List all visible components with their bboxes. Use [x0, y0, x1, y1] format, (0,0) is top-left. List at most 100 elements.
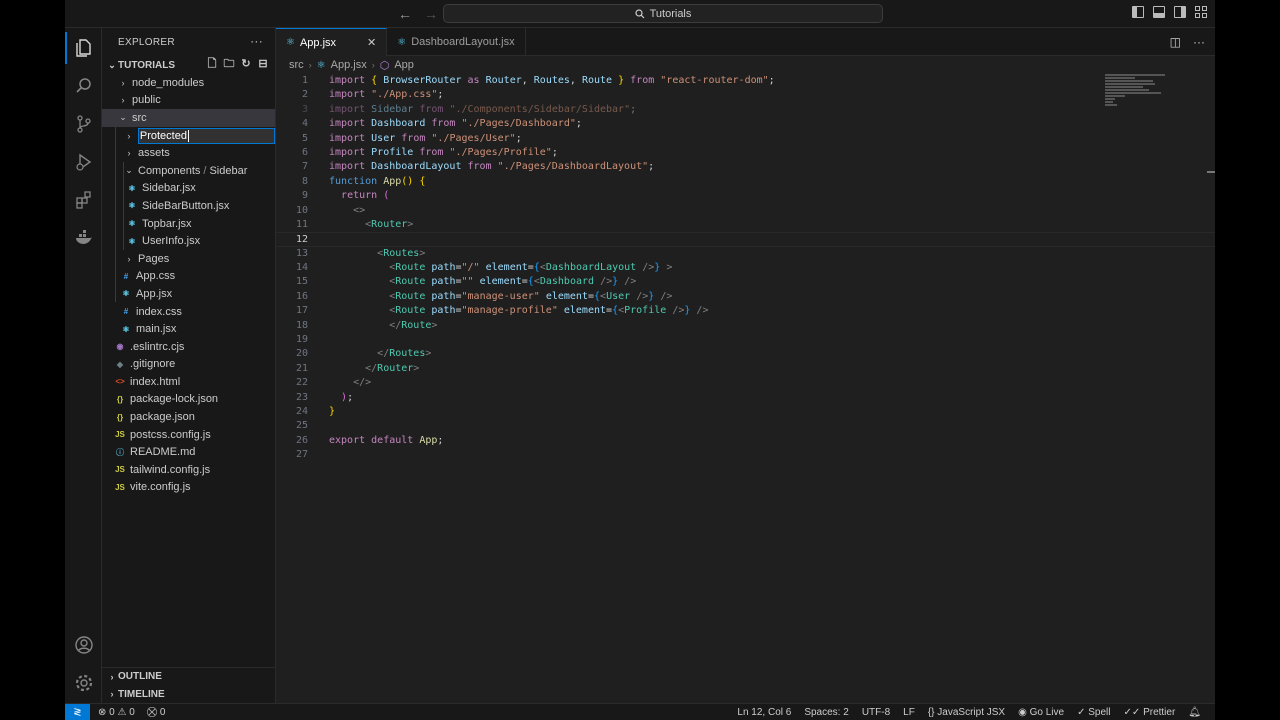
new-file-icon[interactable]: 🗋	[206, 58, 218, 70]
tree-item-vite[interactable]: JS vite.config.js	[102, 479, 275, 497]
tree-item-sidebarbutton-jsx[interactable]: ⚛ SideBarButton.jsx	[102, 197, 275, 215]
code-line: 22 </>	[295, 377, 372, 389]
more-actions-icon[interactable]: ···	[1193, 35, 1205, 49]
react-file-icon: ⚛	[128, 236, 136, 246]
code-line: 26 export default App;	[295, 434, 444, 446]
layout-controls	[1132, 6, 1207, 18]
info-file-icon: ⓘ	[116, 447, 124, 457]
code-line: 13 <Routes>	[295, 247, 426, 259]
forward-arrow-icon[interactable]: →	[423, 6, 439, 22]
cursor-position[interactable]: Ln 12, Col 6	[737, 707, 791, 718]
tree-item-rename[interactable]: › Protected	[102, 127, 275, 145]
code-line: 10 <>	[295, 204, 366, 216]
project-section-header[interactable]: ⌄ TUTORIALS 🗋 🗀 ↻ ⊟	[102, 56, 275, 74]
breadcrumb-file[interactable]: App.jsx	[331, 59, 367, 71]
react-file-icon: ⚛	[286, 37, 295, 48]
toggle-primary-sidebar-icon[interactable]	[1132, 6, 1144, 18]
scrollbar-marker[interactable]	[1207, 171, 1215, 173]
code-line: 16 <Route path="manage-user" element={<U…	[295, 290, 673, 302]
tree-item-sidebar-jsx[interactable]: ⚛ Sidebar.jsx	[102, 180, 275, 198]
tab-dashboardlayout-jsx[interactable]: ⚛ DashboardLayout.jsx	[387, 28, 526, 56]
manage-gear-icon[interactable]	[65, 665, 102, 701]
rename-input[interactable]: Protected	[137, 127, 275, 144]
tree-item-topbar-jsx[interactable]: ⚛ Topbar.jsx	[102, 215, 275, 233]
extensions-icon[interactable]	[65, 182, 102, 218]
chevron-right-icon: ›	[308, 60, 312, 70]
new-folder-icon[interactable]: 🗀	[223, 58, 235, 70]
account-icon[interactable]	[65, 627, 102, 663]
refresh-icon[interactable]: ↻	[240, 58, 252, 70]
tree-item-pages[interactable]: › Pages	[102, 250, 275, 268]
outline-section-header[interactable]: › OUTLINE	[102, 668, 276, 686]
explorer-icon[interactable]	[65, 30, 102, 66]
tree-item-label: node_modules	[132, 76, 205, 89]
more-actions-icon[interactable]: ···	[250, 34, 263, 48]
tree-item-label: .eslintrc.cjs	[130, 340, 185, 353]
code-line: 15 <Route path="" element={<Dashboard />…	[295, 276, 637, 288]
path-separator: /	[203, 164, 207, 177]
tree-item-assets[interactable]: › assets	[102, 144, 275, 162]
notifications-bell-icon[interactable]: 🔔︎	[1188, 707, 1201, 718]
ports-icon: ⛒	[146, 706, 158, 718]
tab-label: DashboardLayout.jsx	[411, 36, 515, 48]
encoding[interactable]: UTF-8	[862, 707, 890, 718]
toggle-secondary-sidebar-icon[interactable]	[1174, 6, 1186, 18]
docker-icon[interactable]	[65, 220, 102, 256]
command-center-search[interactable]: Tutorials	[443, 4, 883, 23]
collapse-all-icon[interactable]: ⊟	[257, 58, 269, 70]
line-ending[interactable]: LF	[903, 707, 915, 718]
ports-indicator[interactable]: ⛒ 0	[147, 707, 166, 718]
tree-item-app-css[interactable]: # App.css	[102, 268, 275, 286]
tree-item-postcss[interactable]: JS postcss.config.js	[102, 426, 275, 444]
spell-button[interactable]: ✓ Spell	[1077, 707, 1110, 718]
tree-item-label: public	[132, 94, 161, 107]
breadcrumb: src › ⚛ App.jsx › ⬡ App	[276, 56, 1215, 74]
problems-indicator[interactable]: ⊗ 0 ⚠ 0	[98, 707, 135, 718]
tree-item-package-lock[interactable]: {} package-lock.json	[102, 391, 275, 409]
source-control-icon[interactable]	[65, 106, 102, 142]
language-mode[interactable]: {} JavaScript JSX	[928, 707, 1005, 718]
tree-item-app-jsx[interactable]: ⚛ App.jsx	[102, 285, 275, 303]
back-arrow-icon[interactable]: ←	[397, 6, 413, 22]
indentation[interactable]: Spaces: 2	[804, 707, 848, 718]
chevron-right-icon: ›	[121, 77, 125, 88]
remote-indicator-icon[interactable]: ≷	[65, 703, 90, 720]
tree-item-gitignore[interactable]: ◆ .gitignore	[102, 356, 275, 374]
tree-item-tailwind[interactable]: JS tailwind.config.js	[102, 461, 275, 479]
timeline-section-header[interactable]: › TIMELINE	[102, 686, 276, 704]
prettier-button[interactable]: ✓✓ Prettier	[1124, 707, 1176, 718]
customize-layout-icon[interactable]	[1195, 6, 1207, 18]
tree-item-src[interactable]: ⌄ src	[102, 109, 275, 127]
tree-item-main-jsx[interactable]: ⚛ main.jsx	[102, 320, 275, 338]
run-debug-icon[interactable]	[65, 144, 102, 180]
error-icon: ⊗	[98, 706, 107, 718]
tree-item-eslintrc[interactable]: ◉ .eslintrc.cjs	[102, 338, 275, 356]
double-check-icon: ✓✓	[1123, 706, 1141, 718]
search-icon[interactable]	[65, 68, 102, 104]
go-live-button[interactable]: ◉ Go Live	[1018, 707, 1064, 718]
tree-item-public[interactable]: › public	[102, 92, 275, 110]
chevron-right-icon: ›	[371, 60, 375, 70]
tab-app-jsx[interactable]: ⚛ App.jsx ✕	[276, 28, 388, 56]
js-file-icon: JS	[115, 465, 125, 475]
go-live-label: Go Live	[1029, 706, 1065, 718]
split-editor-icon[interactable]: ◫	[1170, 35, 1181, 49]
tree-item-package-json[interactable]: {} package.json	[102, 408, 275, 426]
toggle-panel-icon[interactable]	[1153, 6, 1165, 18]
close-icon[interactable]: ✕	[367, 36, 376, 49]
tree-item-index-css[interactable]: # index.css	[102, 303, 275, 321]
tree-item-label: Pages	[138, 252, 170, 265]
tree-item-userinfo-jsx[interactable]: ⚛ UserInfo.jsx	[102, 232, 275, 250]
breadcrumb-folder[interactable]: src	[289, 59, 304, 71]
code-line: 8 function App() {	[301, 175, 426, 187]
prettier-label: Prettier	[1143, 706, 1176, 718]
tree-item-components-sidebar[interactable]: ⌄ Components / Sidebar	[102, 162, 275, 180]
minimap[interactable]	[1105, 74, 1175, 124]
react-file-icon: ⚛	[128, 201, 136, 211]
breadcrumb-symbol[interactable]: App	[394, 59, 414, 71]
tree-item-node-modules[interactable]: › node_modules	[102, 74, 275, 92]
tree-item-index-html[interactable]: <> index.html	[102, 373, 275, 391]
tree-item-readme[interactable]: ⓘ README.md	[102, 443, 275, 461]
search-icon	[635, 8, 645, 18]
code-editor[interactable]: 1 import { BrowserRouter as Router, Route…	[276, 74, 1215, 463]
